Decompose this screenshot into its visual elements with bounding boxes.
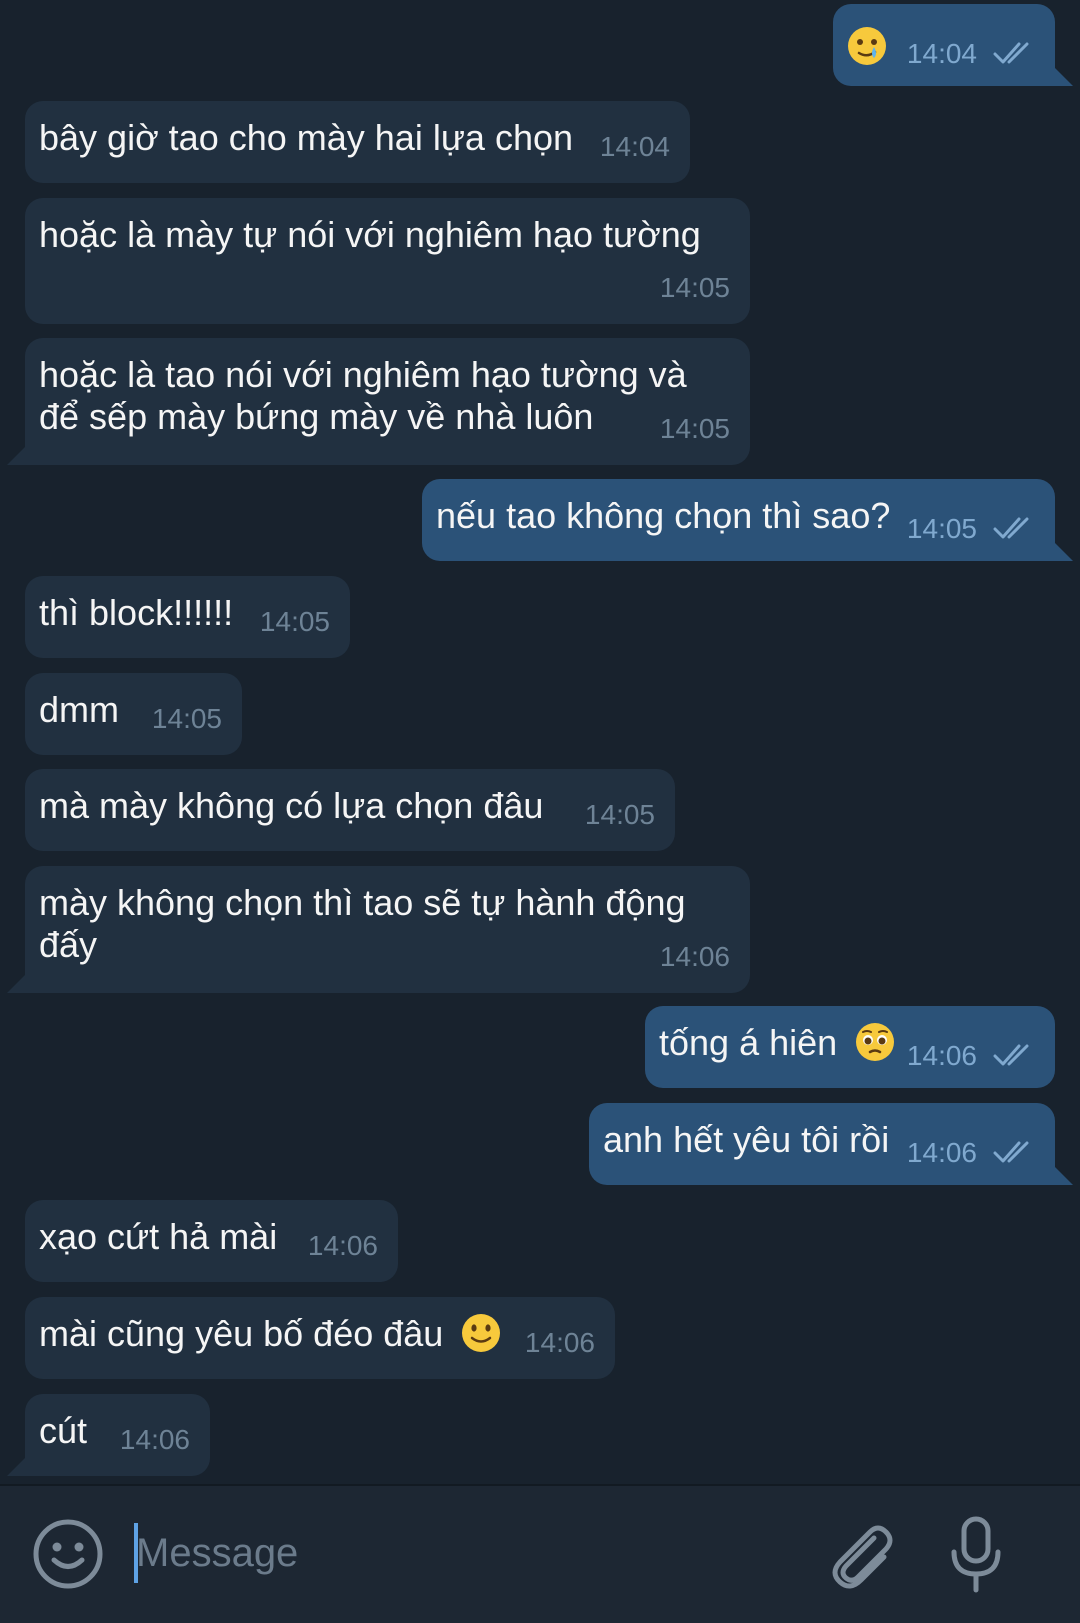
- message-bubble-incoming[interactable]: xạo cứt hả mài 14:06: [25, 1200, 398, 1282]
- message-bubble-outgoing[interactable]: anh hết yêu tôi rồi 14:06: [589, 1103, 1073, 1185]
- message-time: 14:06: [119, 1424, 190, 1455]
- message-text: cút: [39, 1410, 88, 1451]
- double-check-icon: [993, 1042, 1035, 1068]
- message-time: 14:06: [524, 1327, 595, 1358]
- smile-icon[interactable]: [32, 1518, 104, 1590]
- message-text: mà mày không có lựa chọn đâu: [39, 785, 544, 826]
- message-time: 14:06: [659, 941, 730, 972]
- message-bubble-incoming[interactable]: cút 14:06: [7, 1394, 210, 1476]
- double-check-icon: [993, 1139, 1035, 1165]
- message-time: 14:06: [307, 1230, 378, 1261]
- message-input[interactable]: Message: [136, 1526, 298, 1580]
- message-time: 14:04: [906, 38, 977, 69]
- message-text: mày không chọn thì tao sẽ tự hành động đ…: [39, 882, 686, 965]
- double-check-icon: [993, 40, 1035, 66]
- message-text: tống á hiên: [659, 1022, 838, 1063]
- slight-smile-emoji: [462, 1314, 501, 1352]
- message-text: hoặc là mày tự nói với nghiêm hạo tường: [39, 214, 701, 255]
- message-text: hoặc là tao nói với nghiêm hạo tường và …: [39, 354, 687, 437]
- message-time: 14:05: [259, 606, 330, 637]
- message-bubble-incoming[interactable]: hoặc là tao nói với nghiêm hạo tường và …: [7, 338, 750, 465]
- double-check-icon: [993, 515, 1035, 541]
- paperclip-icon[interactable]: [826, 1516, 896, 1592]
- message-time: 14:05: [906, 513, 977, 544]
- pleading-face-emoji: [856, 1023, 895, 1061]
- message-text: dmm: [39, 689, 119, 730]
- message-bubble-incoming[interactable]: dmm 14:05: [25, 673, 242, 755]
- message-composer: Message: [0, 1484, 1080, 1623]
- message-bubble-outgoing[interactable]: tống á hiên 14:06: [645, 1006, 1055, 1088]
- message-bubble-incoming[interactable]: thì block!!!!!! 14:05: [25, 576, 350, 658]
- message-text: nếu tao không chọn thì sao?: [436, 495, 891, 536]
- tear-smile-emoji: [848, 27, 886, 65]
- message-time: 14:05: [659, 413, 730, 444]
- message-time: 14:05: [584, 799, 655, 830]
- message-time: 14:05: [151, 703, 222, 734]
- message-text: xạo cứt hả mài: [39, 1216, 278, 1257]
- message-bubble-incoming[interactable]: hoặc là mày tự nói với nghiêm hạo tường …: [25, 198, 750, 324]
- message-bubble-incoming[interactable]: mày không chọn thì tao sẽ tự hành động đ…: [7, 866, 750, 993]
- message-text: thì block!!!!!!: [39, 592, 234, 633]
- message-time: 14:06: [906, 1040, 977, 1071]
- message-text: bây giờ tao cho mày hai lựa chọn: [39, 117, 574, 158]
- message-bubble-incoming[interactable]: mài cũng yêu bố đéo đâu 14:06: [25, 1297, 615, 1379]
- message-bubble-outgoing[interactable]: 14:04: [833, 4, 1073, 86]
- message-text: anh hết yêu tôi rồi: [603, 1119, 890, 1160]
- message-bubble-incoming[interactable]: mà mày không có lựa chọn đâu 14:05: [25, 769, 675, 851]
- message-list[interactable]: 14:04 bây giờ tao cho mày hai lựa chọn 1…: [0, 0, 1080, 1484]
- message-bubble-outgoing[interactable]: nếu tao không chọn thì sao? 14:05: [422, 479, 1073, 561]
- message-time: 14:05: [659, 272, 730, 303]
- message-time: 14:04: [599, 131, 670, 162]
- microphone-icon[interactable]: [948, 1516, 1004, 1596]
- message-text: mài cũng yêu bố đéo đâu: [39, 1313, 444, 1354]
- message-time: 14:06: [906, 1137, 977, 1168]
- message-bubble-incoming[interactable]: bây giờ tao cho mày hai lựa chọn 14:04: [25, 101, 690, 183]
